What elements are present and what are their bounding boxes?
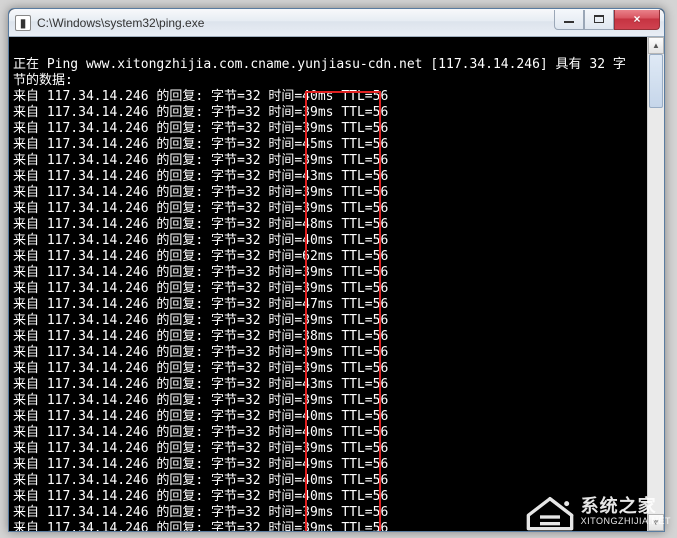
app-window: ▮ C:\Windows\system32\ping.exe × 正在 Ping…	[8, 8, 665, 532]
scroll-track[interactable]	[648, 54, 664, 514]
scroll-down-button[interactable]: ▼	[648, 514, 664, 531]
scroll-thumb[interactable]	[649, 54, 663, 108]
console-area: 正在 Ping www.xitongzhijia.com.cname.yunji…	[9, 37, 664, 531]
vertical-scrollbar[interactable]: ▲ ▼	[647, 37, 664, 531]
console-output: 正在 Ping www.xitongzhijia.com.cname.yunji…	[13, 41, 646, 531]
maximize-button[interactable]	[584, 10, 614, 30]
window-title: C:\Windows\system32\ping.exe	[37, 16, 554, 30]
minimize-button[interactable]	[554, 10, 584, 30]
window-controls: ×	[554, 10, 660, 30]
titlebar[interactable]: ▮ C:\Windows\system32\ping.exe ×	[9, 9, 664, 37]
close-button[interactable]: ×	[614, 10, 660, 30]
app-icon: ▮	[15, 15, 31, 31]
scroll-up-button[interactable]: ▲	[648, 37, 664, 54]
